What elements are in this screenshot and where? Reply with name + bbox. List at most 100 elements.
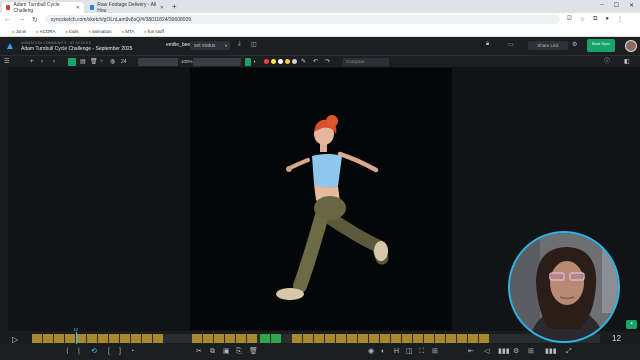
color-white-swatch[interactable] <box>278 59 283 64</box>
marker-icon[interactable]: ⟨ <box>66 348 69 356</box>
forward-arrow-icon[interactable]: → <box>18 16 25 23</box>
menu-kebab-icon[interactable]: ⋮ <box>617 16 623 23</box>
tab-favicon-icon <box>6 5 11 10</box>
range-start-icon[interactable]: [ <box>108 348 110 356</box>
lock-icon[interactable]: 🔒︎ <box>486 41 489 48</box>
copy-icon[interactable]: ⧉ <box>210 348 215 356</box>
next-icon[interactable]: › <box>53 58 55 66</box>
app-logo-icon[interactable]: ▲ <box>3 39 17 53</box>
paste-icon[interactable]: ▣ <box>223 348 230 356</box>
share-link-button[interactable]: Share Link <box>528 41 568 50</box>
frame-track[interactable] <box>32 334 600 343</box>
brush-size-slider[interactable] <box>193 58 241 66</box>
layers-icon[interactable]: ▤ <box>80 58 86 66</box>
cut-icon[interactable]: ✂ <box>196 348 202 356</box>
opacity-slider[interactable] <box>138 58 178 66</box>
cast-icon[interactable]: ⎚ <box>567 16 572 23</box>
trash-icon[interactable]: 🗑︎ <box>90 58 98 66</box>
url-field[interactable]: syncsketch.com/sketch/gOLnLam9v8sQ/#/380… <box>44 15 560 24</box>
reload-icon[interactable]: ↻ <box>32 16 38 24</box>
range-end-icon[interactable]: ] <box>119 348 121 356</box>
bookmark-star-icon[interactable]: ☆ <box>580 16 585 23</box>
eye-icon[interactable]: ◉ <box>368 348 374 356</box>
eyedropper-icon[interactable]: ✎ <box>301 58 306 66</box>
tab-close-icon[interactable]: ✕ <box>160 5 164 11</box>
delete-frame-icon[interactable]: 🗑︎ <box>249 348 258 356</box>
bookmark-item[interactable]: tools <box>66 29 79 34</box>
undo-icon[interactable]: ↶ <box>313 58 318 66</box>
fps-value: 24 <box>121 59 127 65</box>
speed-icon[interactable]: ◔ <box>130 348 134 356</box>
duplicate-icon[interactable]: ⎘ <box>236 348 242 356</box>
list-icon[interactable]: ☰ <box>4 58 9 66</box>
previous-icon[interactable]: ‹ <box>41 58 43 66</box>
status-label: set status <box>194 42 216 49</box>
running-character <box>276 115 389 300</box>
audio-waveform-icon[interactable]: ▮▮▮ <box>498 348 510 356</box>
bookmark-item[interactable]: MTA <box>122 29 134 34</box>
color-yellow-swatch[interactable] <box>271 59 276 64</box>
minimize-icon[interactable]: – <box>600 2 603 9</box>
grid-icon[interactable]: ⊞ <box>432 348 438 356</box>
extensions-icon[interactable]: ⧉ <box>593 16 597 23</box>
sidebar-toggle-icon[interactable]: ◫ <box>251 41 257 48</box>
profile-icon[interactable]: ● <box>605 16 609 23</box>
tab-favicon-icon <box>90 5 95 10</box>
close-window-icon[interactable]: ✕ <box>629 2 634 9</box>
previous-frame-icon[interactable]: ⇤ <box>468 348 474 356</box>
h-flip-icon[interactable]: H <box>394 348 399 356</box>
tab-title: Adam Turnbull Cycle Challeng <box>13 1 60 14</box>
brightness-icon[interactable]: ◐ <box>381 348 385 356</box>
back-arrow-icon[interactable]: ← <box>4 16 11 23</box>
fullscreen-icon[interactable]: ⛶ <box>419 348 424 356</box>
add-icon[interactable]: + <box>30 58 34 66</box>
grid-overlay-icon[interactable]: ⊞ <box>528 348 534 356</box>
bookmark-item[interactable]: animation <box>89 29 112 34</box>
waveform-icon[interactable]: ▮▮▮ <box>545 348 557 356</box>
color-red-swatch[interactable] <box>264 59 269 64</box>
browser-tab[interactable]: Raw Footage Delivery - All Hou ✕ <box>86 2 168 14</box>
info-icon[interactable]: ⓘ <box>604 58 610 66</box>
address-bar-row: ← → ↻ syncsketch.com/sketch/gOLnLam9v8sQ… <box>0 13 640 26</box>
tab-close-icon[interactable]: ✕ <box>76 5 80 11</box>
playhead[interactable] <box>76 332 77 344</box>
browser-tab-active[interactable]: Adam Turnbull Cycle Challeng ✕ <box>2 1 84 14</box>
color-orange-swatch[interactable] <box>285 59 290 64</box>
bottom-toolbar: ⟨ | ⟲ [ ] ◔ ✂ ⧉ ▣ ⎘ 🗑︎ ◉ ◐ H ◫ ⛶ ⊞ ⇤ ◁ ▮… <box>0 345 640 360</box>
folder-icon[interactable]: ▭ <box>508 41 514 48</box>
compare-dropdown[interactable]: Compare <box>343 58 389 66</box>
play-icon[interactable]: ▷ <box>12 335 18 344</box>
avatar[interactable] <box>625 40 637 52</box>
brush-color-swatch-icon[interactable] <box>245 58 251 66</box>
panel-toggle-icon[interactable]: ◧ <box>624 58 630 66</box>
color-grey-swatch[interactable] <box>292 59 297 64</box>
annotate-mode-icon[interactable] <box>68 58 76 66</box>
ghost-icon[interactable]: ◍ <box>110 58 115 66</box>
current-frame-value: 12 <box>612 334 621 343</box>
volume-icon[interactable]: ◁ <box>484 348 489 356</box>
brush-shape-icon[interactable]: ◗ <box>253 58 256 66</box>
settings-gear-icon[interactable]: ⚙ <box>513 348 519 356</box>
bookmark-item[interactable]: fun stuff <box>144 29 164 34</box>
project-title[interactable]: Adam Turnbull Cycle Challenge - Septembe… <box>21 46 132 52</box>
download-icon[interactable]: ⤓ <box>238 41 241 48</box>
bookmarks-bar: Junis ACORA tools animation MTA fun stuf… <box>0 26 640 37</box>
zoom-value: 100% <box>181 59 193 64</box>
split-view-icon[interactable]: ◫ <box>406 348 413 356</box>
settings-icon[interactable]: ⚙ <box>572 41 577 48</box>
start-sync-button[interactable]: Start Sync <box>587 39 615 52</box>
video-viewer[interactable] <box>190 68 452 330</box>
loop-icon[interactable]: ⟲ <box>91 348 97 356</box>
browser-tab-bar: Adam Turnbull Cycle Challeng ✕ Raw Foota… <box>0 0 640 14</box>
chat-icon[interactable]: ▪ <box>626 320 637 329</box>
bookmark-item[interactable]: Junis <box>12 29 27 34</box>
in-point-icon[interactable]: | <box>78 348 80 356</box>
new-tab-button[interactable]: + <box>172 2 177 13</box>
redo-icon[interactable]: ↷ <box>325 58 330 66</box>
expand-icon[interactable]: ⤢ <box>566 348 572 356</box>
bookmark-item[interactable]: ACORA <box>36 29 56 34</box>
maximize-icon[interactable]: ☐ <box>614 2 619 9</box>
status-dropdown[interactable]: set status ▾ <box>190 41 230 50</box>
plus-frame-icon[interactable]: + <box>100 58 104 66</box>
presenter-video <box>510 233 618 341</box>
